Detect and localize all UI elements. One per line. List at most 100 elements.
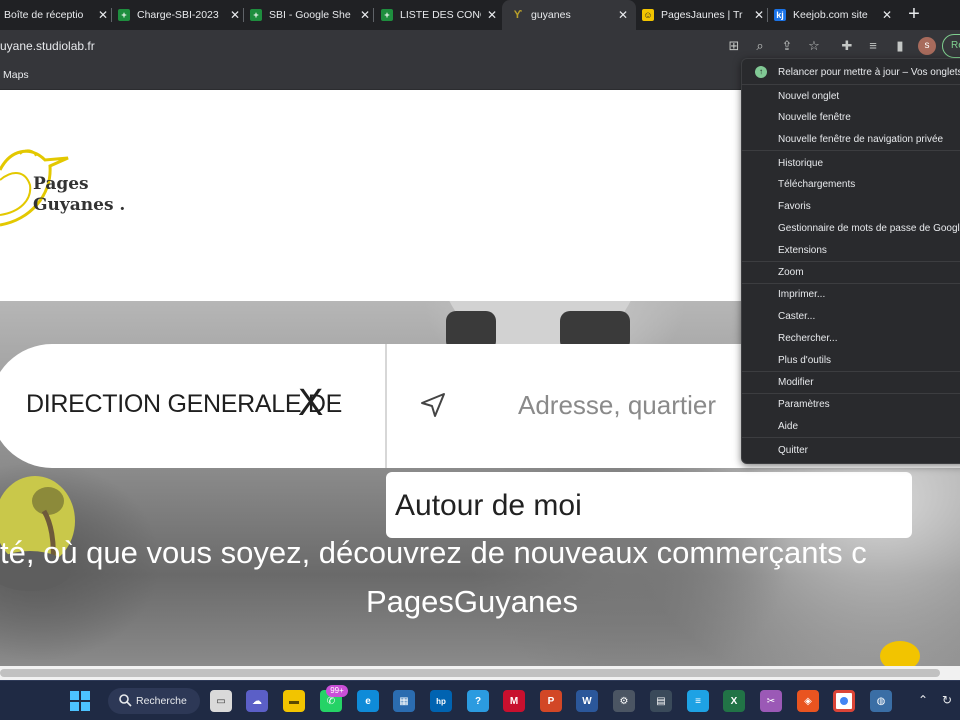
bookmark-star-icon[interactable]: ☆: [806, 38, 822, 54]
tab-title: LISTE DES CONC: [400, 9, 481, 21]
logo-line-guyanes: Guyanes .: [33, 195, 126, 215]
search-icon: [119, 694, 132, 707]
tab-charge-sbi[interactable]: + Charge-SBI-2023 ✕: [118, 2, 242, 28]
scrollbar-thumb[interactable]: [0, 669, 940, 677]
screen: Boîte de réceptio ✕ + Charge-SBI-2023 ✕ …: [0, 0, 960, 720]
tab-title: SBI - Google She: [269, 9, 351, 21]
task-view-icon[interactable]: ▭: [210, 690, 232, 712]
translate-icon[interactable]: ⊞: [726, 38, 742, 54]
tab-strip: Boîte de réceptio ✕ + Charge-SBI-2023 ✕ …: [0, 0, 960, 30]
menu-separator: [742, 84, 960, 85]
notepad-icon[interactable]: ≡: [687, 690, 709, 712]
tab-separator: [111, 8, 112, 22]
update-button[interactable]: Re: [942, 34, 960, 58]
menu-separator: [742, 283, 960, 284]
menu-item-password-manager[interactable]: Gestionnaire de mots de passe de Google: [778, 223, 960, 234]
tab-separator: [373, 8, 374, 22]
windows-taskbar: Recherche ▭ ☁ ▬ ✆ 99+ e ▦ hp ? M P W ⚙ ▤…: [0, 680, 960, 720]
menu-item-print[interactable]: Imprimer...: [778, 289, 825, 300]
side-panel-icon[interactable]: ▮: [892, 38, 908, 54]
edge-icon[interactable]: e: [357, 690, 379, 712]
sheets-icon: +: [381, 9, 393, 21]
tab-pagesjaunes[interactable]: ☺ PagesJaunes | Tr ✕: [642, 2, 766, 28]
tab-separator: [767, 8, 768, 22]
hero-yellow-decor: [880, 641, 920, 666]
excel-icon[interactable]: X: [723, 690, 745, 712]
horizontal-scrollbar[interactable]: [0, 666, 960, 680]
menu-item-find[interactable]: Rechercher...: [778, 333, 837, 344]
notification-badge: 99+: [326, 685, 348, 697]
pagesjaunes-icon: ☺: [642, 9, 654, 21]
sheets-icon: +: [118, 9, 130, 21]
network-globe-icon[interactable]: ◍: [870, 690, 892, 712]
close-icon[interactable]: ✕: [880, 8, 894, 22]
tab-guyanes-active[interactable]: ϒ guyanes ✕: [502, 0, 636, 30]
bookmark-maps[interactable]: Maps: [3, 62, 29, 89]
close-icon[interactable]: ✕: [228, 8, 242, 22]
close-icon[interactable]: ✕: [358, 8, 372, 22]
location-arrow-icon[interactable]: [418, 390, 448, 420]
menu-separator: [742, 437, 960, 438]
reading-list-icon[interactable]: ≡: [865, 38, 881, 54]
mcafee-icon[interactable]: M: [503, 690, 525, 712]
tab-gmail[interactable]: Boîte de réceptio ✕: [0, 2, 110, 28]
menu-item-zoom[interactable]: Zoom: [778, 267, 804, 278]
word-icon[interactable]: W: [576, 690, 598, 712]
sheets-icon: +: [250, 9, 262, 21]
menu-item-extensions[interactable]: Extensions: [778, 245, 827, 256]
tray-chevron-up-icon[interactable]: ⌃: [918, 693, 928, 707]
extensions-puzzle-icon[interactable]: ✚: [839, 38, 855, 54]
menu-item-relaunch-update[interactable]: Relancer pour mettre à jour – Vos onglet…: [778, 67, 960, 78]
bird-icon: ϒ: [513, 9, 523, 21]
calculator-icon[interactable]: ▤: [650, 690, 672, 712]
menu-item-help[interactable]: Aide: [778, 421, 798, 432]
menu-item-more-tools[interactable]: Plus d'outils: [778, 355, 831, 366]
settings-gear-icon[interactable]: ⚙: [613, 690, 635, 712]
zoom-icon[interactable]: ⌕: [752, 38, 768, 54]
microsoft-store-icon[interactable]: ▦: [393, 690, 415, 712]
keejob-icon: kj: [774, 9, 786, 21]
tab-title: PagesJaunes | Tr: [661, 9, 743, 21]
menu-item-edit[interactable]: Modifier: [778, 377, 814, 388]
share-icon[interactable]: ⇪: [779, 38, 795, 54]
address-input[interactable]: [518, 390, 748, 421]
tab-liste-des-conc[interactable]: + LISTE DES CONC ✕: [381, 2, 499, 28]
chrome-icon[interactable]: [833, 690, 855, 712]
file-explorer-icon[interactable]: ▬: [283, 690, 305, 712]
new-tab-plus-icon[interactable]: +: [902, 3, 926, 27]
search-what-input[interactable]: DIRECTION GENERALE DE: [26, 390, 342, 419]
tab-title: Charge-SBI-2023: [137, 9, 219, 21]
menu-item-bookmarks[interactable]: Favoris: [778, 201, 811, 212]
menu-item-new-tab[interactable]: Nouvel onglet: [778, 91, 839, 102]
close-icon[interactable]: ✕: [752, 8, 766, 22]
clear-search-icon[interactable]: X: [298, 384, 323, 422]
close-icon[interactable]: ✕: [485, 8, 499, 22]
tray-refresh-icon[interactable]: ↻: [942, 693, 952, 707]
tab-title: Keejob.com site: [793, 9, 868, 21]
menu-item-new-window[interactable]: Nouvelle fenêtre: [778, 112, 851, 123]
logo-text[interactable]: Pages Guyanes .: [33, 174, 125, 216]
logo-line-pages: Pages: [33, 174, 89, 194]
menu-item-settings[interactable]: Paramètres: [778, 399, 830, 410]
teams-chat-icon[interactable]: ☁: [246, 690, 268, 712]
hp-smart-icon[interactable]: ?: [467, 690, 489, 712]
menu-item-history[interactable]: Historique: [778, 158, 823, 169]
menu-item-incognito[interactable]: Nouvelle fenêtre de navigation privée: [778, 134, 943, 145]
menu-item-quit[interactable]: Quitter: [778, 445, 808, 456]
around-me-label[interactable]: Autour de moi: [395, 489, 582, 523]
tab-keejob[interactable]: kj Keejob.com site ✕: [774, 2, 894, 28]
close-icon[interactable]: ✕: [96, 8, 110, 22]
windows-start-icon[interactable]: [69, 690, 91, 712]
menu-item-downloads[interactable]: Téléchargements: [778, 179, 855, 190]
powerpoint-icon[interactable]: P: [540, 690, 562, 712]
tab-sbi-google-sheets[interactable]: + SBI - Google She ✕: [250, 2, 372, 28]
profile-avatar[interactable]: s: [918, 37, 936, 55]
menu-item-cast[interactable]: Caster...: [778, 311, 815, 322]
snipping-tool-icon[interactable]: ✂: [760, 690, 782, 712]
address-bar-url[interactable]: uyane.studiolab.fr: [0, 30, 95, 62]
close-icon[interactable]: ✕: [616, 8, 630, 22]
app-icon[interactable]: ◈: [797, 690, 819, 712]
update-arrow-icon: ↑: [755, 66, 767, 78]
hero-parrot-image: [0, 476, 75, 591]
hp-support-icon[interactable]: hp: [430, 690, 452, 712]
